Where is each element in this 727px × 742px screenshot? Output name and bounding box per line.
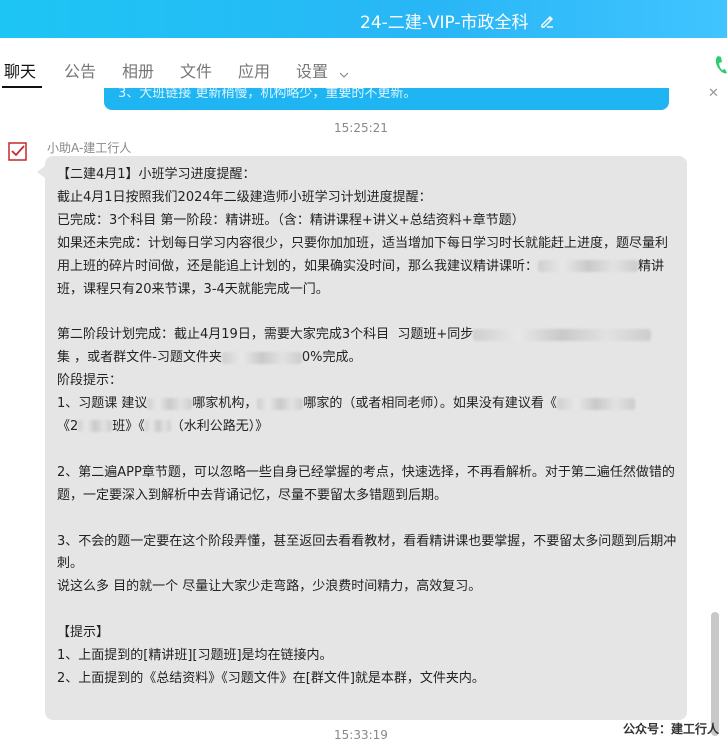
tab-chat[interactable]: 聊天 bbox=[4, 58, 36, 82]
redacted-text bbox=[221, 351, 302, 364]
scrollbar-track[interactable] bbox=[719, 100, 727, 736]
msg-line: 2、第二遍APP章节题，可以忽略一些自身已经掌握的考点，快速选择，不再看解析。对… bbox=[57, 464, 675, 503]
tab-album[interactable]: 相册 bbox=[122, 58, 154, 82]
msg-line: 0%完成。 bbox=[301, 350, 362, 366]
tab-settings-label: 设置 bbox=[296, 62, 329, 81]
pencil-icon[interactable] bbox=[540, 13, 554, 33]
redacted-text bbox=[257, 397, 304, 410]
msg-line: 哪家的（或者相同老师）。如果没有建议看《 bbox=[303, 396, 557, 412]
tab-bar: 聊天 公告 相册 文件 应用 设置 bbox=[0, 38, 727, 88]
sender-name: 小助A-建工行人 bbox=[47, 141, 132, 155]
message-text[interactable]: 【二建4月1】小班学习进度提醒： 截止4月1日按照我们2024年二级建造师小班学… bbox=[57, 164, 680, 691]
message-timestamp: 15:25:21 bbox=[334, 121, 388, 135]
msg-line: 第二阶段计划完成：截止4月19日，需要大家完成3个科目 习题班+同步 bbox=[57, 327, 474, 343]
redacted-text bbox=[538, 260, 639, 273]
msg-line: 2、上面提到的《总结资料》《习题文件》在[群文件]就是本群，文件夹内。 bbox=[57, 670, 485, 686]
msg-line: 班》《 bbox=[112, 418, 145, 434]
msg-line: 阶段提示： bbox=[57, 373, 123, 389]
active-tab-indicator bbox=[2, 86, 42, 88]
msg-line: 说这么多 目的就一个 尽量让大家少走弯路，少浪费时间精力，高效复习。 bbox=[57, 579, 482, 595]
msg-line: 哪家机构， bbox=[192, 396, 258, 412]
previous-message-text: 3、大班链接 更新稍慢，机构略少，重要的不更新。 bbox=[118, 88, 417, 101]
tab-settings[interactable]: 设置 bbox=[296, 58, 349, 82]
checkbox-avatar-icon[interactable] bbox=[8, 142, 28, 162]
scrollbar-thumb[interactable] bbox=[711, 612, 719, 736]
msg-line: 【提示】 bbox=[57, 625, 110, 641]
chevron-down-icon bbox=[339, 63, 349, 82]
redacted-text bbox=[556, 397, 635, 410]
group-name: 24-二建-VIP-市政全科 bbox=[360, 13, 529, 33]
msg-line: （水利公路无）》 bbox=[170, 418, 269, 434]
tab-announcement[interactable]: 公告 bbox=[64, 58, 96, 82]
title-bar: 24-二建-VIP-市政全科 bbox=[0, 0, 727, 38]
close-icon[interactable]: ✕ bbox=[708, 86, 719, 101]
msg-line: 截止4月1日按照我们2024年二级建造师小班学习计划进度提醒： bbox=[57, 189, 432, 205]
msg-line: 【二建4月1】小班学习进度提醒： bbox=[57, 167, 256, 182]
window-title: 24-二建-VIP-市政全科 bbox=[360, 8, 554, 33]
tab-files[interactable]: 文件 bbox=[180, 58, 212, 82]
phone-icon[interactable] bbox=[714, 54, 727, 80]
msg-line: 《2 bbox=[57, 418, 79, 434]
msg-line: 1、习题课 建议 bbox=[57, 396, 148, 412]
previous-message-bubble: 3、大班链接 更新稍慢，机构略少，重要的不更新。 bbox=[104, 88, 669, 110]
msg-line: 已完成：3个科目 第一阶段：精讲班。（含：精讲课程+讲义+总结资料+章节题） bbox=[57, 212, 525, 228]
redacted-text bbox=[147, 397, 193, 410]
tab-apps[interactable]: 应用 bbox=[238, 58, 270, 82]
msg-line: 集 ，或者群文件-习题文件夹 bbox=[57, 350, 222, 366]
msg-line: 3、不会的题一定要在这个阶段弄懂，甚至返回去看看教材，看看精讲课也要掌握，不要留… bbox=[57, 533, 677, 572]
message-timestamp: 15:33:19 bbox=[334, 728, 388, 742]
redacted-text bbox=[473, 328, 652, 341]
redacted-text bbox=[78, 420, 113, 433]
msg-line: 1、上面提到的[精讲班][习题班]是均在链接内。 bbox=[57, 648, 333, 664]
bubble-tail bbox=[37, 166, 45, 178]
watermark-text: 公众号：建工行人 bbox=[623, 722, 720, 736]
redacted-text bbox=[144, 420, 171, 433]
